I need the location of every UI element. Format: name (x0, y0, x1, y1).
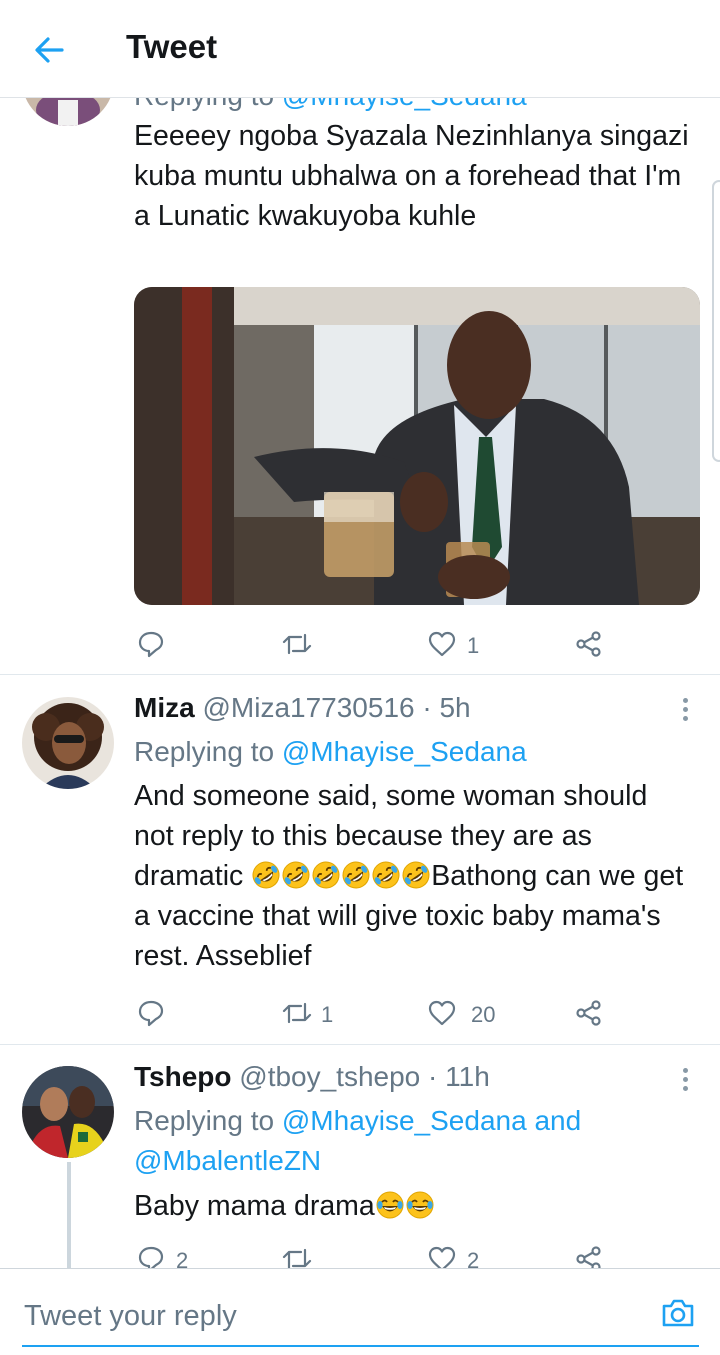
retweet-icon (282, 633, 312, 655)
back-arrow-icon[interactable] (30, 30, 70, 70)
like-icon (428, 631, 456, 657)
retweet-button[interactable] (281, 625, 341, 665)
reply-and: and (534, 1105, 582, 1136)
tweet-time: · 5h (422, 692, 471, 723)
like-button[interactable]: 1 (427, 625, 497, 665)
reply-handle-link-2[interactable]: @MbalentleZN (134, 1145, 321, 1176)
like-icon (428, 1246, 456, 1268)
share-button[interactable] (574, 1240, 606, 1268)
replying-to: Replying to @Mhayise_Sedana (134, 98, 694, 116)
tweet-text: Eeeeey ngoba Syazala Nezinhlanya singazi… (134, 120, 689, 232)
avatar[interactable] (22, 98, 114, 126)
rofl-emoji (312, 861, 340, 889)
reply-count: 2 (176, 1248, 189, 1268)
scroll-indicator[interactable] (712, 180, 720, 462)
avatar[interactable] (22, 697, 114, 789)
tweet-header: Tshepo @tboy_tshepo · 11h (134, 1061, 490, 1093)
more-icon[interactable] (676, 696, 694, 726)
display-name[interactable]: Miza (134, 692, 195, 723)
thread-connector (67, 1162, 71, 1268)
like-button[interactable]: 2 (427, 1240, 497, 1268)
reply-icon (138, 631, 164, 658)
rofl-emoji (282, 861, 310, 889)
like-count: 2 (467, 1248, 480, 1268)
input-underline (22, 1345, 699, 1347)
share-icon (576, 631, 601, 657)
retweet-icon (282, 1248, 312, 1268)
more-icon[interactable] (676, 1066, 694, 1096)
reply-button[interactable] (136, 994, 196, 1034)
rofl-emoji-group (251, 860, 431, 892)
rofl-emoji (252, 861, 280, 889)
share-icon (576, 1246, 601, 1268)
reply-handle-link[interactable]: @Mhayise_Sedana (282, 1105, 527, 1136)
share-icon (576, 1000, 601, 1026)
retweet-button[interactable] (281, 1240, 341, 1268)
divider (0, 1044, 720, 1045)
tweet-photo[interactable] (134, 287, 700, 605)
share-button[interactable] (574, 625, 606, 665)
tweet-text: And someone said, some woman should not … (134, 780, 684, 972)
retweet-icon (282, 1002, 312, 1024)
reply-input[interactable] (22, 1295, 626, 1337)
rofl-emoji (372, 861, 400, 889)
joy-emoji (376, 1191, 404, 1219)
reply-button[interactable]: 2 (136, 1240, 196, 1268)
replying-to: Replying to @Mhayise_Sedana (134, 736, 527, 767)
tweet-time: · 11h (428, 1061, 490, 1092)
tweet-thread[interactable]: Replying to @Mhayise_Sedana Eeeeey ngoba… (0, 98, 720, 1268)
retweet-button[interactable]: 1 (281, 994, 351, 1034)
like-count: 20 (471, 1002, 496, 1027)
reply-icon (138, 1246, 164, 1268)
reply-handle-link[interactable]: @Mhayise_Sedana (282, 736, 527, 767)
like-button[interactable]: 20 (427, 994, 507, 1034)
like-icon (428, 1000, 456, 1026)
reply-icon (138, 1000, 164, 1027)
display-name[interactable]: Tshepo (134, 1061, 231, 1092)
like-count: 1 (467, 633, 480, 658)
replying-to: Replying to @Mhayise_Sedana and @Mbalent… (134, 1105, 582, 1176)
avatar[interactable] (22, 1066, 114, 1158)
rofl-emoji (342, 861, 370, 889)
reply-button[interactable] (136, 625, 196, 665)
user-handle[interactable]: @Miza17730516 (202, 692, 414, 723)
share-button[interactable] (574, 994, 606, 1034)
tweet-text: Baby mama drama (134, 1186, 694, 1226)
divider (0, 674, 720, 675)
retweet-count: 1 (321, 1002, 334, 1027)
rofl-emoji (402, 861, 430, 889)
camera-icon[interactable] (660, 1297, 696, 1329)
user-handle[interactable]: @tboy_tshepo (239, 1061, 420, 1092)
joy-emoji-group (375, 1190, 435, 1222)
top-app-bar: Tweet (0, 0, 720, 98)
page-title: Tweet (126, 28, 218, 65)
reply-handle-link[interactable]: @Mhayise_Sedana (282, 98, 527, 111)
tweet-header: Miza @Miza17730516 · 5h (134, 692, 471, 724)
joy-emoji (406, 1191, 434, 1219)
reply-composer (0, 1268, 720, 1355)
